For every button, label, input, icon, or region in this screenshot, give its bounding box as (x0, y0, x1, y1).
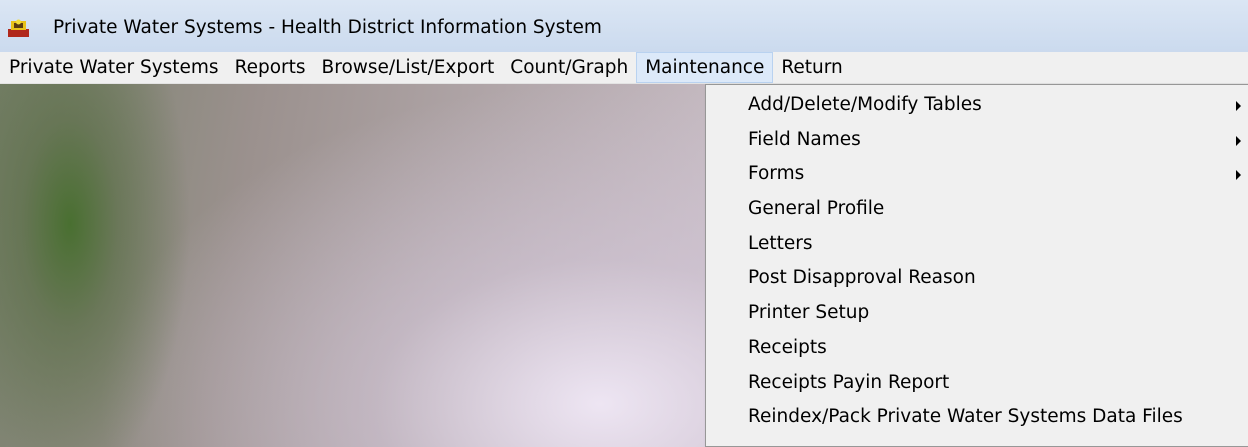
menu-item-add-delete-modify-tables[interactable]: Add/Delete/Modify Tables (706, 88, 1248, 123)
menu-item-label: Receipts (748, 336, 827, 358)
submenu-arrow-icon (1236, 101, 1241, 111)
app-icon[interactable] (8, 19, 29, 37)
menu-item-label: Letters (748, 232, 813, 254)
menu-bar: Private Water Systems Reports Browse/Lis… (0, 52, 1248, 84)
submenu-arrow-icon (1236, 135, 1241, 146)
menu-item-receipts[interactable]: Receipts (706, 331, 1248, 366)
menu-maintenance[interactable]: Maintenance (636, 52, 774, 83)
menu-item-receipts-payin-report[interactable]: Receipts Payin Report (706, 366, 1248, 401)
menu-return[interactable]: Return (773, 52, 850, 83)
menu-item-letters[interactable]: Letters (706, 227, 1248, 262)
menu-item-post-disapproval-reason[interactable]: Post Disapproval Reason (706, 261, 1248, 296)
menu-item-label: Field Names (748, 128, 861, 150)
menu-browse-list-export[interactable]: Browse/List/Export (314, 52, 503, 83)
menu-item-label: Forms (748, 163, 805, 185)
menu-item-printer-setup[interactable]: Printer Setup (706, 296, 1248, 331)
title-bar: Private Water Systems - Health District … (0, 0, 1248, 52)
menu-private-water-systems[interactable]: Private Water Systems (0, 52, 227, 83)
menu-item-label: Post Disapproval Reason (748, 267, 976, 289)
menu-count-graph[interactable]: Count/Graph (502, 52, 636, 83)
submenu-arrow-icon (1236, 170, 1241, 181)
menu-item-reindex-pack-data-files[interactable]: Reindex/Pack Private Water Systems Data … (706, 400, 1248, 435)
menu-item-general-profile[interactable]: General Profile (706, 192, 1248, 227)
menu-item-label: Add/Delete/Modify Tables (748, 94, 982, 115)
window-title: Private Water Systems - Health District … (53, 17, 602, 38)
maintenance-dropdown-menu: Add/Delete/Modify Tables Field Names For… (705, 84, 1248, 447)
menu-item-label: General Profile (748, 198, 885, 220)
menu-item-label: Reindex/Pack Private Water Systems Data … (748, 406, 1183, 428)
menu-item-field-names[interactable]: Field Names (706, 123, 1248, 158)
menu-item-label: Printer Setup (748, 302, 870, 324)
menu-reports[interactable]: Reports (227, 52, 314, 83)
menu-item-label: Receipts Payin Report (748, 371, 950, 393)
menu-item-forms[interactable]: Forms (706, 157, 1248, 192)
